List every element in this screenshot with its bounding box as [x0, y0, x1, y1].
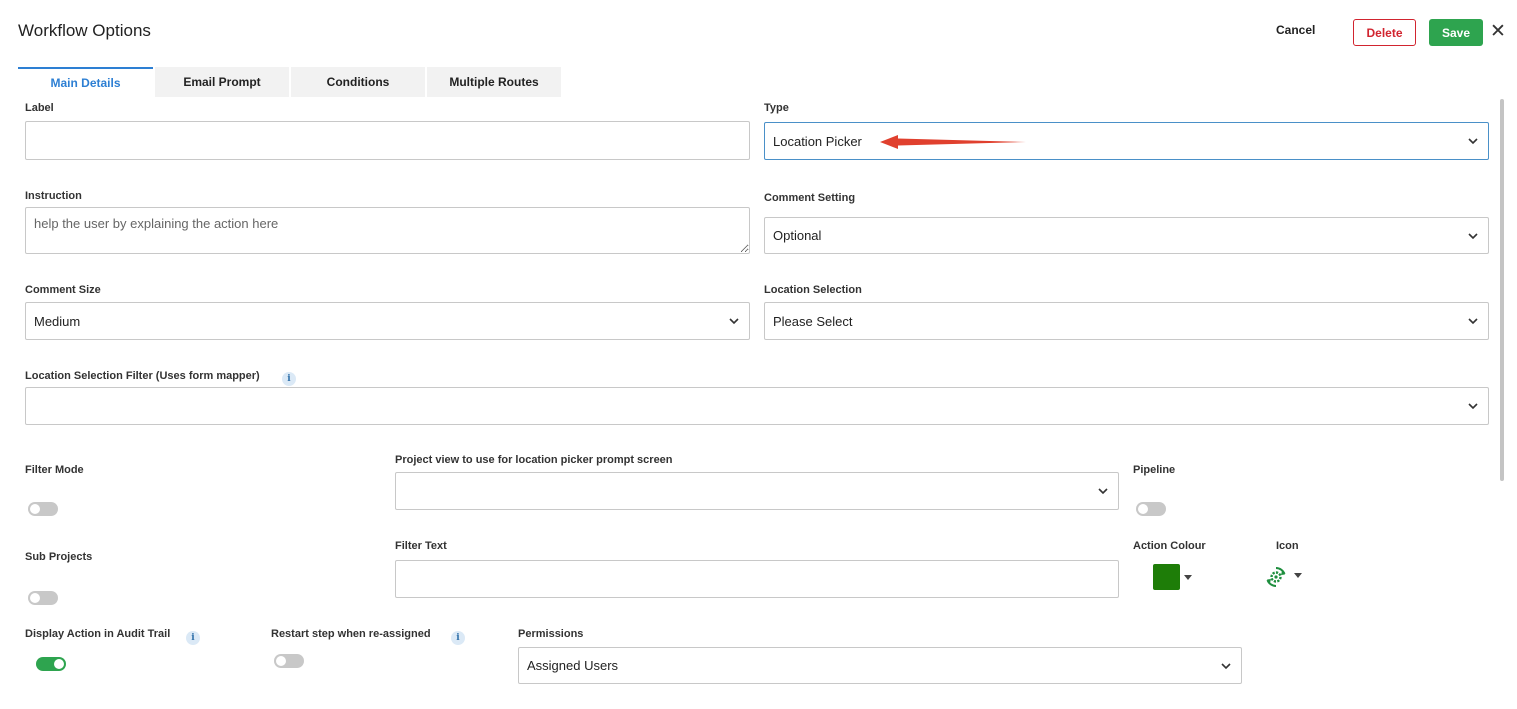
caret-down-icon[interactable]: [1183, 575, 1193, 581]
location-selection-value: Please Select: [773, 313, 853, 329]
info-icon[interactable]: i: [186, 631, 200, 645]
save-button[interactable]: Save: [1429, 19, 1483, 46]
colour-swatch-fill: [1153, 564, 1180, 590]
chevron-down-icon: [1098, 488, 1108, 495]
toggle-knob: [276, 656, 286, 666]
dialog-title: Workflow Options: [18, 21, 151, 40]
cog-sync-icon[interactable]: [1265, 566, 1287, 588]
project-view-label: Project view to use for location picker …: [395, 454, 673, 466]
permissions-value: Assigned Users: [527, 658, 619, 673]
delete-button[interactable]: Delete: [1353, 19, 1416, 46]
project-view-select[interactable]: [395, 472, 1119, 510]
sub-projects-label: Sub Projects: [25, 551, 93, 563]
comment-size-label: Comment Size: [25, 284, 101, 296]
label-input[interactable]: [25, 121, 750, 160]
chevron-down-icon: [729, 318, 739, 325]
restart-step-label: Restart step when re-assigned: [271, 628, 431, 640]
pipeline-toggle[interactable]: [1136, 502, 1166, 516]
location-selection-select[interactable]: Please Select: [764, 302, 1489, 340]
toggle-knob: [30, 504, 40, 514]
instruction-textarea[interactable]: [25, 207, 750, 254]
toggle-knob: [30, 593, 40, 603]
restart-step-toggle[interactable]: [274, 654, 304, 668]
chevron-down-icon: [1468, 403, 1478, 410]
comment-setting-value: Optional: [773, 228, 822, 243]
chevron-down-icon: [1468, 318, 1478, 325]
comment-setting-select[interactable]: Optional: [764, 217, 1489, 254]
filter-mode-toggle[interactable]: [28, 502, 58, 516]
filter-text-label: Filter Text: [395, 540, 447, 552]
sub-projects-toggle[interactable]: [28, 591, 58, 605]
comment-setting-label: Comment Setting: [764, 192, 856, 204]
toggle-knob: [54, 659, 64, 669]
scrollbar[interactable]: [1500, 99, 1504, 481]
permissions-label: Permissions: [518, 628, 584, 640]
filter-mode-label: Filter Mode: [25, 464, 84, 476]
location-filter-select[interactable]: [25, 387, 1489, 425]
comment-size-select[interactable]: Medium: [25, 302, 750, 340]
instruction-label: Instruction: [25, 190, 82, 202]
label-input-text[interactable]: [34, 132, 741, 149]
type-select[interactable]: Location Picker: [764, 122, 1489, 160]
permissions-select[interactable]: Assigned Users: [518, 647, 1242, 684]
display-audit-label: Display Action in Audit Trail: [25, 628, 171, 640]
icon-label: Icon: [1276, 540, 1299, 552]
action-colour-label: Action Colour: [1133, 540, 1206, 552]
info-icon[interactable]: i: [451, 631, 465, 645]
display-audit-toggle[interactable]: [36, 657, 66, 671]
location-filter-label: Location Selection Filter (Uses form map…: [25, 370, 260, 382]
filter-text-input[interactable]: [395, 560, 1119, 598]
type-label: Type: [764, 102, 789, 114]
tab-main-details[interactable]: Main Details: [18, 67, 153, 97]
cancel-button[interactable]: Cancel: [1276, 23, 1315, 37]
action-colour-swatch[interactable]: [1153, 564, 1181, 590]
chevron-down-icon: [1468, 138, 1478, 145]
close-icon[interactable]: ✕: [1489, 20, 1507, 42]
pipeline-label: Pipeline: [1133, 464, 1176, 476]
label-field-label: Label: [25, 102, 54, 114]
chevron-down-icon: [1468, 232, 1478, 239]
location-selection-label: Location Selection: [764, 284, 862, 296]
toggle-knob: [1138, 504, 1148, 514]
info-icon[interactable]: i: [282, 372, 296, 386]
comment-size-value: Medium: [34, 313, 81, 329]
annotation-arrow-icon: [880, 135, 1026, 149]
filter-text-input-text[interactable]: [404, 570, 1110, 588]
tab-conditions[interactable]: Conditions: [291, 67, 425, 97]
tab-email-prompt[interactable]: Email Prompt: [155, 67, 289, 97]
chevron-down-icon: [1221, 662, 1231, 669]
caret-down-icon[interactable]: [1293, 573, 1303, 579]
tab-multiple-routes[interactable]: Multiple Routes: [427, 67, 561, 97]
